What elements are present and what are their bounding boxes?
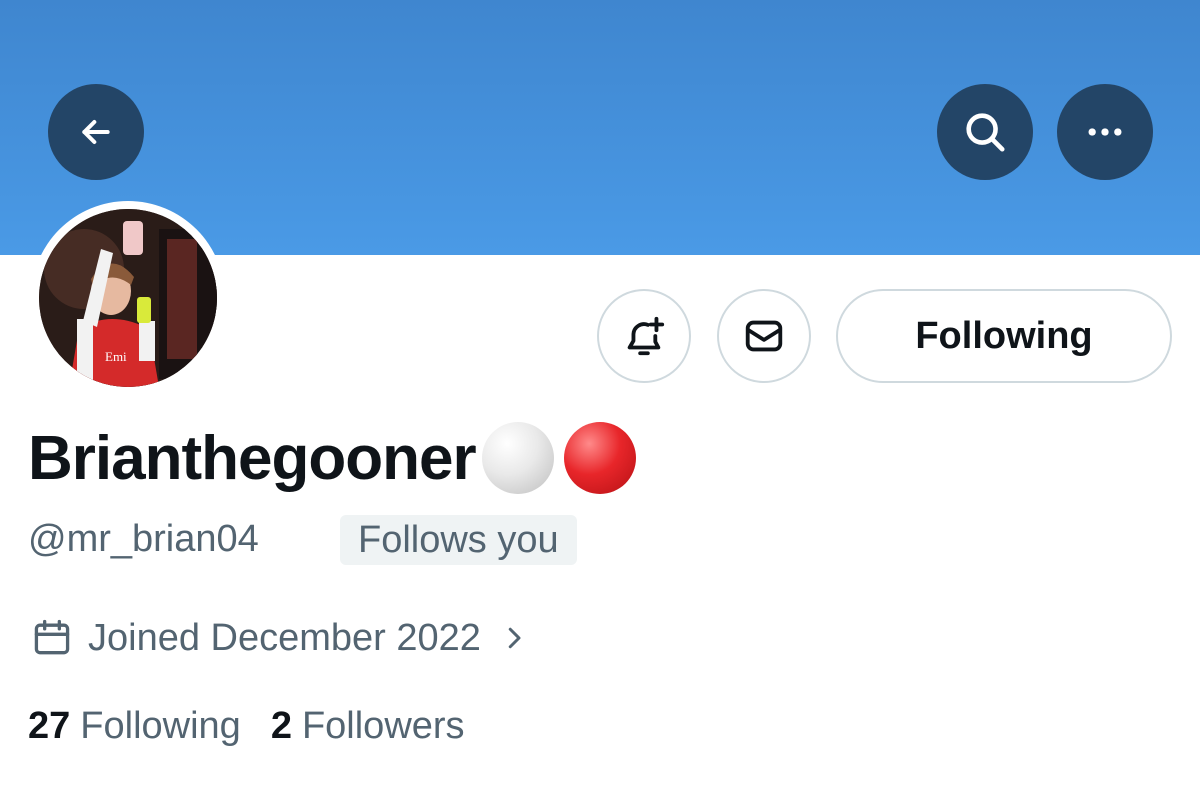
followers-stat[interactable]: 2 Followers — [271, 705, 465, 748]
search-icon — [966, 113, 1005, 152]
joined-text: Joined December 2022 — [88, 616, 481, 659]
notifications-button[interactable] — [597, 289, 691, 383]
following-label: Following — [80, 704, 241, 747]
following-stat[interactable]: 27 Following — [28, 705, 241, 748]
avatar[interactable]: Emi — [31, 201, 225, 395]
envelope-icon — [745, 320, 783, 352]
following-count: 27 — [28, 704, 71, 747]
search-button[interactable] — [937, 84, 1033, 180]
red-circle-emoji — [563, 422, 636, 494]
message-button[interactable] — [717, 289, 811, 383]
bell-plus-icon — [627, 316, 665, 356]
more-horizontal-icon — [1088, 128, 1122, 136]
calendar-icon — [34, 619, 70, 655]
followers-count: 2 — [270, 704, 292, 747]
arrow-left-icon — [82, 120, 110, 144]
followers-label: Followers — [301, 704, 465, 747]
following-button[interactable]: Following — [836, 289, 1172, 383]
chevron-right-icon — [508, 627, 521, 649]
follows-you-badge: Follows you — [340, 515, 577, 565]
joined-date[interactable]: Joined December 2022 — [30, 612, 529, 664]
svg-text:Emi: Emi — [105, 349, 127, 364]
avatar-photo: Emi — [39, 209, 217, 387]
avatar-image: Emi — [39, 209, 217, 387]
back-button[interactable] — [48, 84, 144, 180]
display-name: Brianthegooner — [28, 418, 636, 498]
follow-stats: 27 Following 2 Followers — [28, 700, 465, 752]
user-handle: @mr_brian04 — [28, 518, 259, 560]
white-circle-emoji — [481, 422, 554, 494]
display-name-text: Brianthegooner — [28, 423, 477, 493]
more-options-button[interactable] — [1057, 84, 1153, 180]
